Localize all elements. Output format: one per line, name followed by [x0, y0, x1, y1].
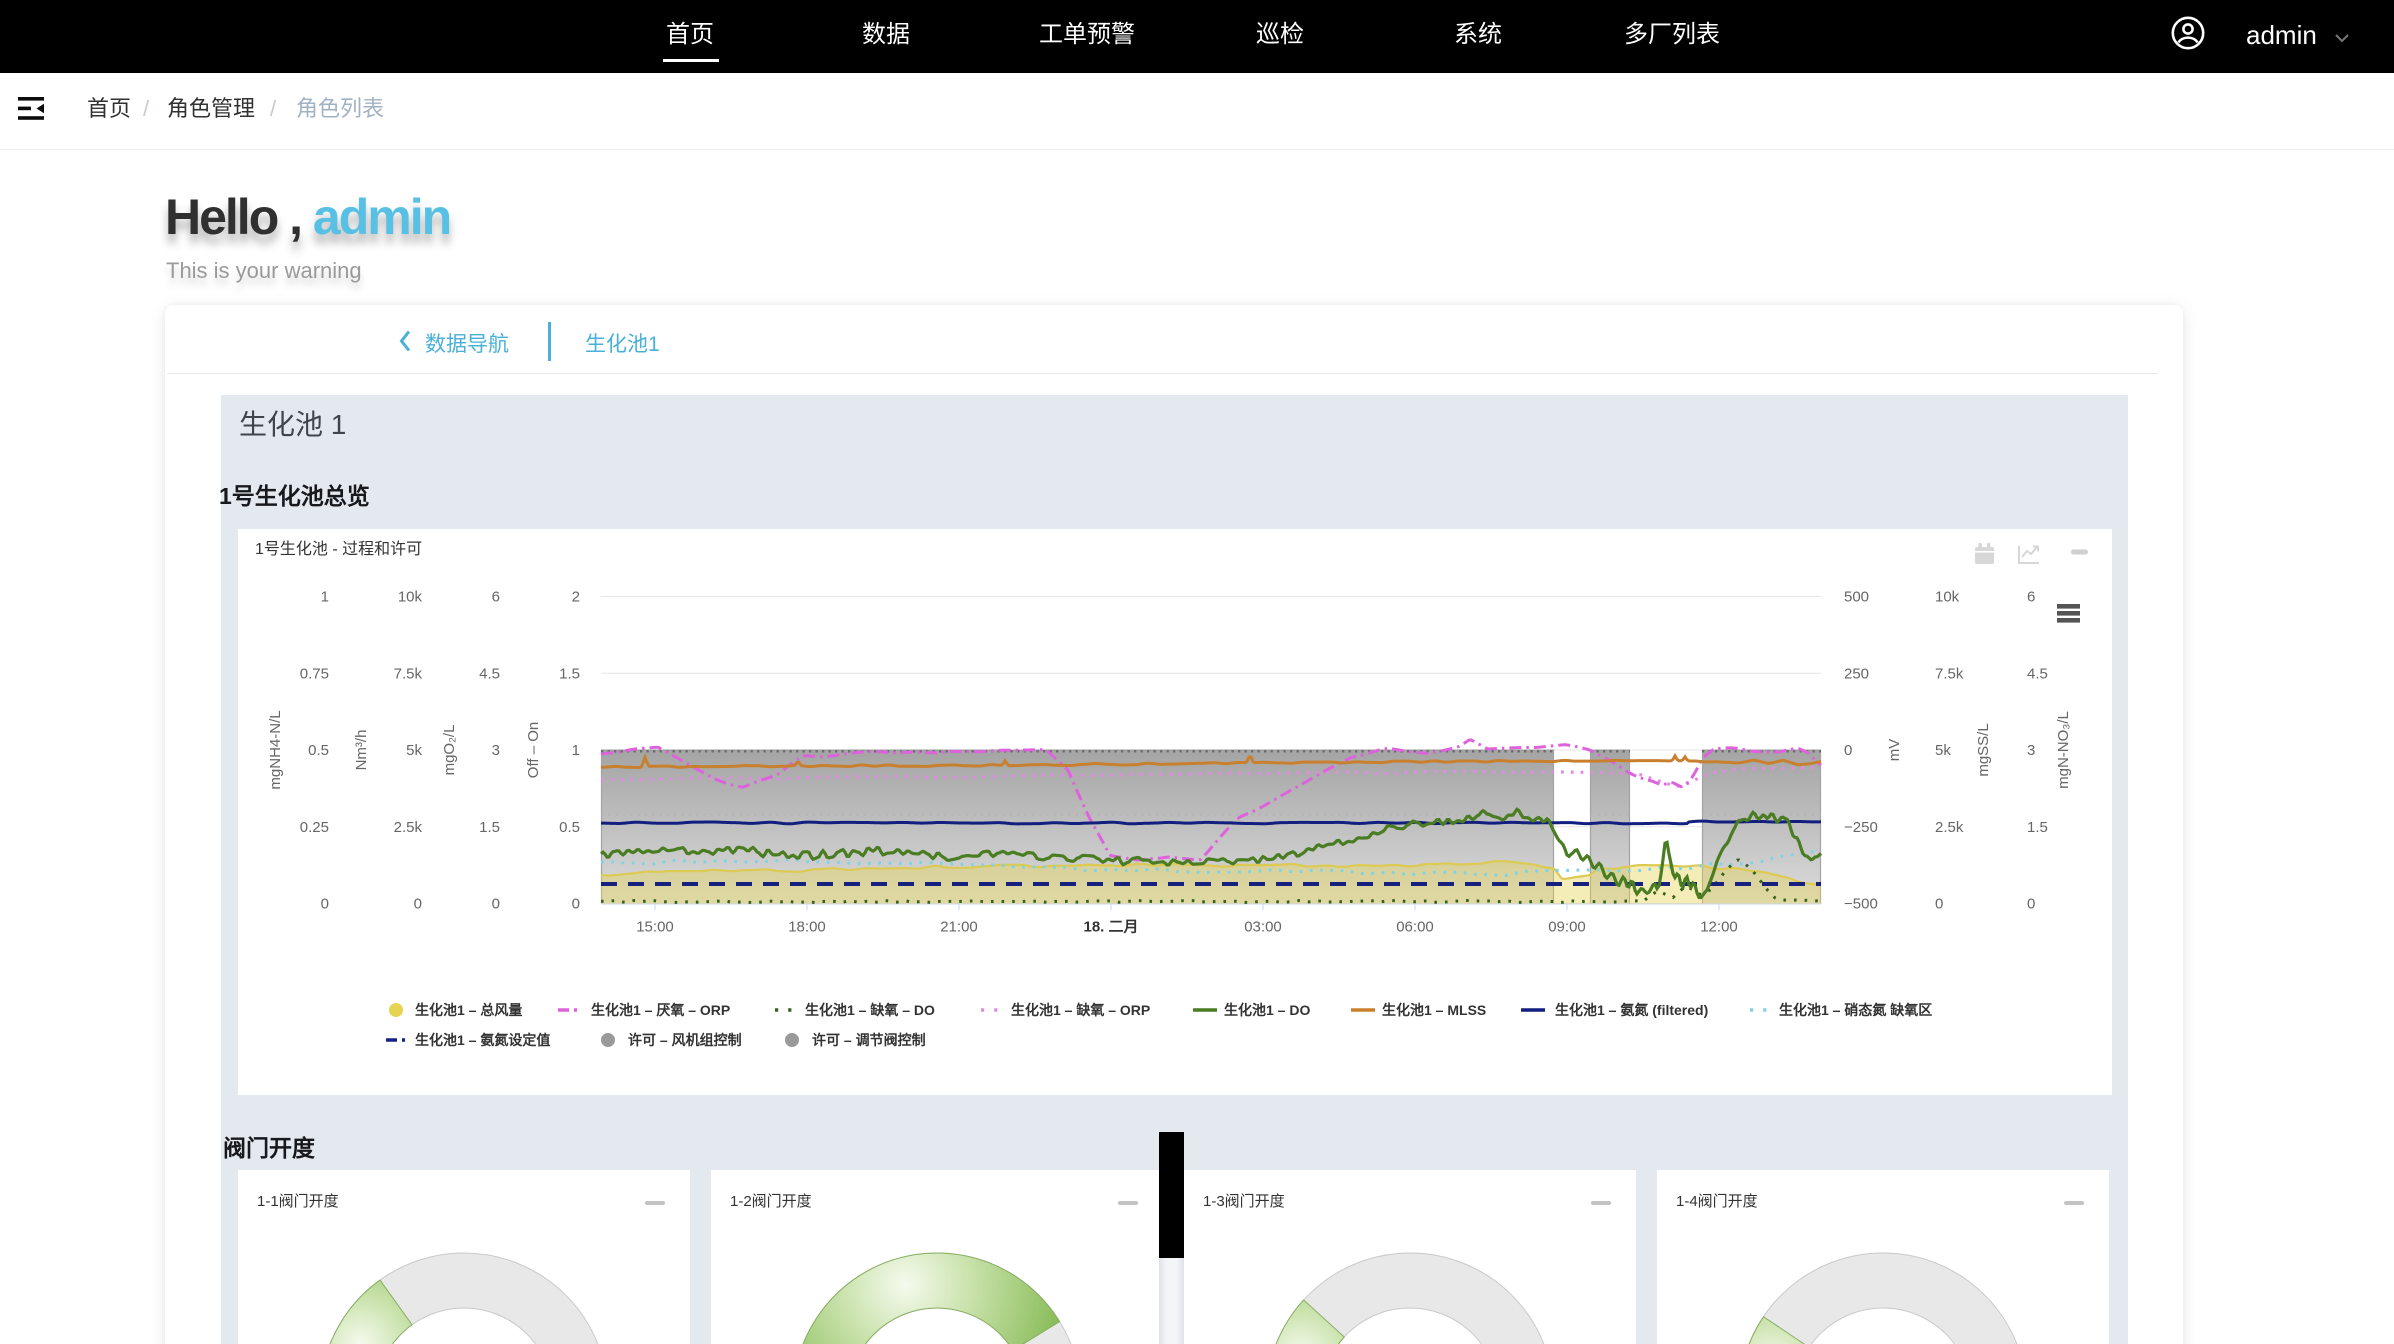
svg-text:生化池1 – 氨氮 (filtered): 生化池1 – 氨氮 (filtered): [1555, 1002, 1708, 1018]
svg-text:6: 6: [492, 589, 500, 606]
svg-text:1号生化池 - 过程和许可: 1号生化池 - 过程和许可: [255, 540, 422, 558]
svg-text:mV: mV: [1886, 739, 1903, 762]
svg-text:mgN-NO₃/L: mgN-NO₃/L: [2055, 711, 2072, 789]
svg-text:0.5: 0.5: [559, 819, 580, 836]
svg-text:2: 2: [572, 589, 580, 606]
svg-text:21:00: 21:00: [940, 919, 978, 936]
svg-text:5k: 5k: [406, 742, 422, 759]
svg-text:0: 0: [414, 896, 422, 913]
svg-text:0.5: 0.5: [308, 742, 329, 759]
svg-text:许可 – 调节阀控制: 许可 – 调节阀控制: [812, 1032, 926, 1048]
svg-text:10k: 10k: [398, 589, 423, 606]
svg-text:−500: −500: [1844, 896, 1878, 913]
svg-text:0: 0: [492, 896, 500, 913]
svg-text:250: 250: [1844, 665, 1869, 682]
svg-text:0: 0: [1935, 896, 1943, 913]
svg-text:12:00: 12:00: [1700, 919, 1738, 936]
svg-text:Nm³/h: Nm³/h: [353, 730, 370, 771]
svg-text:生化池1 – 硝态氮 缺氧区: 生化池1 – 硝态氮 缺氧区: [1779, 1002, 1932, 1018]
svg-text:2.5k: 2.5k: [1935, 819, 1964, 836]
svg-text:0: 0: [2027, 896, 2035, 913]
svg-text:18:00: 18:00: [788, 919, 826, 936]
svg-text:1.5: 1.5: [479, 819, 500, 836]
svg-text:1: 1: [321, 589, 329, 606]
svg-text:0: 0: [572, 896, 580, 913]
svg-text:1.5: 1.5: [2027, 819, 2048, 836]
svg-text:生化池1 – 缺氧 – DO: 生化池1 – 缺氧 – DO: [805, 1002, 935, 1018]
svg-text:6: 6: [2027, 589, 2035, 606]
svg-text:1: 1: [572, 742, 580, 759]
svg-text:15:00: 15:00: [636, 919, 674, 936]
svg-text:1.5: 1.5: [559, 665, 580, 682]
svg-text:mgO₂/L: mgO₂/L: [441, 725, 458, 776]
svg-text:5k: 5k: [1935, 742, 1951, 759]
svg-text:2.5k: 2.5k: [394, 819, 423, 836]
svg-text:3: 3: [492, 742, 500, 759]
svg-text:许可 – 风机组控制: 许可 – 风机组控制: [628, 1032, 742, 1048]
svg-text:3: 3: [2027, 742, 2035, 759]
svg-text:Off – On: Off – On: [525, 722, 542, 778]
svg-text:生化池1 – 氨氮设定值: 生化池1 – 氨氮设定值: [415, 1032, 550, 1048]
svg-text:18. 二月: 18. 二月: [1083, 919, 1138, 936]
svg-text:09:00: 09:00: [1548, 919, 1586, 936]
svg-text:03:00: 03:00: [1244, 919, 1282, 936]
svg-text:生化池1 – 总风量: 生化池1 – 总风量: [415, 1002, 522, 1018]
svg-text:10k: 10k: [1935, 589, 1960, 606]
svg-text:06:00: 06:00: [1396, 919, 1434, 936]
svg-text:mgNH4-N/L: mgNH4-N/L: [267, 710, 284, 789]
svg-text:生化池1 – 缺氧 – ORP: 生化池1 – 缺氧 – ORP: [1011, 1002, 1150, 1018]
svg-text:4.5: 4.5: [2027, 665, 2048, 682]
svg-text:7.5k: 7.5k: [1935, 665, 1964, 682]
svg-text:生化池1 – MLSS: 生化池1 – MLSS: [1382, 1002, 1486, 1018]
svg-text:mgSS/L: mgSS/L: [1975, 723, 1992, 776]
svg-text:0.75: 0.75: [300, 665, 329, 682]
svg-text:0: 0: [321, 896, 329, 913]
svg-text:−250: −250: [1844, 819, 1878, 836]
svg-text:0.25: 0.25: [300, 819, 329, 836]
svg-text:7.5k: 7.5k: [394, 665, 423, 682]
svg-text:生化池1 – DO: 生化池1 – DO: [1224, 1002, 1310, 1018]
svg-text:4.5: 4.5: [479, 665, 500, 682]
svg-text:生化池1 – 厌氧 – ORP: 生化池1 – 厌氧 – ORP: [591, 1002, 730, 1018]
svg-text:500: 500: [1844, 589, 1869, 606]
svg-text:0: 0: [1844, 742, 1852, 759]
